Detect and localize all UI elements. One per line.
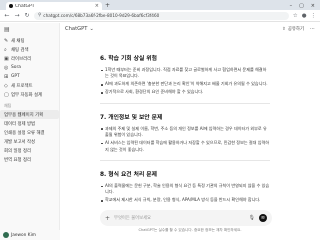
sidebar-item-label: GPT: [11, 74, 20, 79]
sidebar-item-sora[interactable]: ◎ Sora: [0, 63, 59, 72]
bullet-list: 과제의 주제 및 실제 이름, 학번, 주소 등의 개인 정보를 AI에 입력하…: [100, 126, 270, 153]
list-item: 1학년 때부터는 준비 과정입니다. 직접 자료를 찾고 글로벌하게 사고 협업…: [100, 67, 270, 80]
folder-plus-icon: ◇: [4, 82, 8, 89]
browser-tab[interactable]: ChatGPT ×: [6, 2, 102, 10]
chats-section-header: 채팅: [4, 103, 12, 108]
voice-mode-button[interactable]: ≋: [259, 214, 267, 222]
toggle-sidebar-icon[interactable]: ▤: [4, 26, 10, 33]
reload-icon[interactable]: ↻: [24, 12, 30, 19]
tab-strip: ChatGPT × + – ▢ ×: [0, 0, 320, 10]
attach-plus-icon[interactable]: +: [105, 215, 110, 222]
minimize-icon[interactable]: –: [290, 2, 293, 10]
sidebar-item-new-project[interactable]: ◇ 새 프로젝트: [0, 81, 59, 90]
composer-placeholder[interactable]: 무엇이든 물어보세요: [114, 215, 245, 221]
sidebar-item-gpts[interactable]: ⊞ GPT: [0, 72, 59, 81]
microphone-icon[interactable]: 🎙: [249, 215, 255, 221]
sidebar-item-label: 업무 자동화 설계: [11, 92, 43, 98]
chat-history-item[interactable]: 회의 일정 정리: [0, 146, 59, 155]
new-tab-icon[interactable]: +: [105, 2, 110, 10]
more-options-icon[interactable]: ⋯: [310, 26, 315, 32]
window-controls: – ▢ ×: [290, 2, 320, 10]
section-title: 7. 개인정보 및 보안 문제: [100, 114, 163, 121]
address-bar-row: ← → ↻ ⚲ chatgpt.com/c/68b73a6f-2fbe-8010…: [0, 10, 320, 22]
assistant-message: 6. 학습 기회 상실 위험 1학년 때부터는 준비 과정입니다. 직접 자료를…: [100, 53, 270, 205]
sidebar: ▤ ✎ 새 채팅 ⌕ 채팅 검색 ▣ 라이브러리 ◎ Sora ⊞ GPT ◇ …: [0, 23, 60, 240]
close-tab-icon[interactable]: ×: [95, 3, 99, 9]
avatar: [3, 232, 9, 238]
sidebar-item-label: 채팅 검색: [11, 47, 29, 53]
chat-history-item[interactable]: 업무용 웹페이지 기획: [0, 110, 59, 119]
chat-history-item[interactable]: 개발 보고서 작성: [0, 137, 59, 146]
sidebar-item-project[interactable]: ▢ 업무 자동화 설계: [0, 90, 59, 99]
chevron-down-icon: ⌄: [89, 26, 94, 32]
new-chat-icon: ✎: [4, 37, 9, 44]
sidebar-item-label: 새 채팅: [11, 38, 25, 44]
share-label: 공유하기: [287, 27, 304, 32]
message-composer[interactable]: + 무엇이든 물어보세요 🎙 ≋: [100, 210, 272, 226]
section-title: 6. 학습 기회 상실 위험: [100, 56, 157, 62]
bullet-list: AI의 출력물에는 문헌 구분, 학술 인용의 형식 요건 등 특정 기관의 규…: [100, 183, 270, 204]
model-selector[interactable]: ChatGPT ⌄: [65, 26, 94, 32]
chat-history-item[interactable]: 인쇄용 설정 오류 해결: [0, 128, 59, 137]
sidebar-item-library[interactable]: ▣ 라이브러리: [0, 54, 59, 63]
list-item: AI 서비스는 입력된 데이터를 학습에 활용하거나 저장할 수 있으므로, 민…: [100, 140, 270, 153]
tab-title: ChatGPT: [15, 3, 35, 9]
bullet-list: 1학년 때부터는 준비 과정입니다. 직접 자료를 찾고 글로벌하게 사고 협업…: [100, 67, 270, 96]
sidebar-item-label: Sora: [11, 65, 21, 70]
sora-icon: ◎: [4, 64, 9, 71]
share-icon: ⇪: [282, 26, 286, 32]
chatgpt-favicon-icon: [9, 4, 13, 8]
sidebar-item-label: 라이브러리: [11, 56, 32, 62]
bookmark-star-icon[interactable]: ☆: [293, 13, 298, 19]
list-item: AI의 출력물에는 문헌 구분, 학술 인용의 형식 요건 등 특정 기관의 규…: [100, 183, 270, 196]
list-item: 과제의 주제 및 실제 이름, 학번, 주소 등의 개인 정보를 AI에 입력하…: [100, 126, 270, 139]
chat-header: ChatGPT ⌄ ⇪ 공유하기 ⋯: [60, 23, 320, 35]
browser-menu-icon[interactable]: ⋮: [311, 13, 317, 19]
list-item: AI에 과도하게 의존하면 '충분한 판단과 논리 확인'이 약해지고 배울 기…: [100, 81, 270, 87]
section-title: 8. 형식 요건 처리 문제: [100, 172, 157, 179]
address-bar[interactable]: ⚲ chatgpt.com/c/68b73a6f-2fbe-8010-9d29-…: [34, 11, 289, 20]
user-account-button[interactable]: Jaewon Kim: [0, 230, 60, 240]
maximize-icon[interactable]: ▢: [299, 2, 304, 10]
chat-main: ChatGPT ⌄ ⇪ 공유하기 ⋯ 6. 학습 기회 상실 위험 1학년 때부…: [60, 23, 320, 240]
gpts-icon: ⊞: [4, 73, 9, 80]
search-icon: ⌕: [4, 46, 7, 53]
chat-history-item[interactable]: 데이터 정제 방법: [0, 119, 59, 128]
back-icon[interactable]: ←: [4, 12, 10, 19]
sidebar-item-label: 새 프로젝트: [11, 83, 33, 89]
close-window-icon[interactable]: ×: [311, 2, 315, 10]
url-text: chatgpt.com/c/68b73a6f-2fbe-8010-9d29-6b…: [43, 13, 160, 18]
sidebar-item-search[interactable]: ⌕ 채팅 검색: [0, 45, 59, 54]
folder-icon: ▢: [4, 91, 9, 98]
list-item: 학교에서 제시한 서식 규칙, 분량, 인용 형식, APA/MLA 방식 등을…: [100, 197, 270, 203]
share-button[interactable]: ⇪ 공유하기: [282, 26, 304, 33]
profile-icon[interactable]: ●: [302, 13, 307, 19]
chat-history-item[interactable]: 번역 요청 정리: [0, 155, 59, 164]
waveform-icon: ≋: [260, 215, 266, 221]
forward-icon[interactable]: →: [14, 12, 20, 19]
disclaimer-text: ChatGPT는 실수를 할 수 있습니다. 중요한 정보는 재차 확인하세요.: [138, 228, 242, 232]
user-name: Jaewon Kim: [11, 232, 36, 238]
sidebar-item-new-chat[interactable]: ✎ 새 채팅: [0, 36, 59, 45]
library-icon: ▣: [4, 55, 9, 62]
browser-window: ChatGPT × + – ▢ × ← → ↻ ⚲ chatgpt.com/c/…: [0, 0, 320, 240]
list-item: 장기적으로 사회, 환경단의 요인 준비해야 할 수 있습니다.: [100, 89, 270, 95]
divider: [100, 160, 270, 162]
model-label: ChatGPT: [65, 26, 88, 32]
site-info-icon[interactable]: ⚲: [38, 13, 41, 18]
divider: [100, 102, 270, 104]
